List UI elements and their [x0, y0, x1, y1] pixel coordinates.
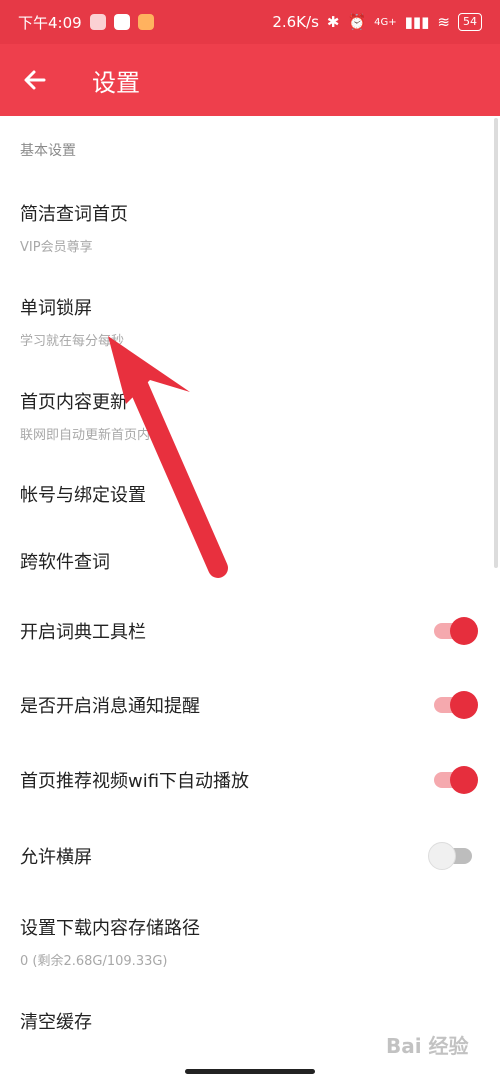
toggle-knob — [450, 617, 478, 645]
status-right: 2.6K/s ✱ ⏰ 4G+ ▮▮▮ ≋ 54 — [272, 13, 482, 31]
back-arrow-icon[interactable] — [0, 44, 70, 116]
section-label-basic: 基本设置 — [20, 143, 76, 159]
status-bar: 下午4:09 2.6K/s ✱ ⏰ 4G+ ▮▮▮ ≋ 54 — [0, 0, 500, 44]
heart-app-icon — [137, 14, 154, 30]
setting-label: 设置下载内容存储路径 — [20, 918, 200, 939]
alarm-icon: ⏰ — [347, 13, 367, 31]
setting-message-notification[interactable]: 是否开启消息通知提醒 — [0, 691, 500, 719]
setting-home-update[interactable]: 首页内容更新 联网即自动更新首页内容 — [0, 388, 500, 443]
setting-label: 跨软件查词 — [20, 552, 110, 573]
toggle-switch[interactable] — [428, 842, 472, 870]
setting-sublabel: 学习就在每分每秒 — [20, 334, 125, 349]
back-arrow-svg — [24, 70, 46, 90]
scrollbar[interactable] — [494, 118, 498, 568]
toggle-switch[interactable] — [434, 617, 478, 645]
status-time: 下午4:09 — [18, 13, 82, 32]
setting-allow-landscape[interactable]: 允许横屏 — [0, 842, 500, 870]
setting-video-autoplay[interactable]: 首页推荐视频wifi下自动播放 — [0, 766, 500, 794]
watermark-logo: Bai 经验 — [386, 1034, 469, 1058]
toggle-knob — [450, 691, 478, 719]
notification-app-icon — [89, 14, 106, 30]
setting-label: 简洁查词首页 — [20, 204, 128, 225]
app-bar: 设置 — [0, 44, 500, 116]
setting-dictionary-toolbar[interactable]: 开启词典工具栏 — [0, 617, 500, 645]
toggle-switch[interactable] — [434, 691, 478, 719]
toggle-knob — [450, 766, 478, 794]
play-store-icon — [113, 14, 130, 30]
battery-indicator: 54 — [458, 13, 482, 31]
setting-label: 单词锁屏 — [20, 298, 92, 319]
toggle-knob — [428, 842, 456, 870]
wifi-icon: ≋ — [437, 13, 450, 31]
setting-label: 首页内容更新 — [20, 392, 128, 413]
page-title: 设置 — [92, 68, 140, 97]
setting-simple-home[interactable]: 简洁查词首页 VIP会员尊享 — [0, 200, 500, 255]
setting-cross-app-lookup[interactable]: 跨软件查词 — [0, 548, 500, 574]
home-indicator[interactable] — [185, 1069, 315, 1074]
setting-label: 首页推荐视频wifi下自动播放 — [20, 771, 250, 792]
setting-label: 开启词典工具栏 — [20, 622, 146, 643]
setting-download-path[interactable]: 设置下载内容存储路径 0 (剩余2.68G/109.33G) — [0, 914, 500, 969]
setting-label: 是否开启消息通知提醒 — [20, 696, 200, 717]
setting-label: 帐号与绑定设置 — [20, 485, 146, 506]
setting-sublabel: VIP会员尊享 — [20, 240, 93, 255]
status-left: 下午4:09 — [18, 12, 154, 33]
setting-account-binding[interactable]: 帐号与绑定设置 — [0, 481, 500, 507]
network-type: 4G+ — [374, 16, 397, 28]
signal-icon: ▮▮▮ — [404, 13, 430, 31]
toggle-switch[interactable] — [434, 766, 478, 794]
bluetooth-icon: ✱ — [326, 13, 340, 31]
network-speed: 2.6K/s — [272, 13, 319, 31]
setting-word-lockscreen[interactable]: 单词锁屏 学习就在每分每秒 — [0, 294, 500, 349]
setting-sublabel: 0 (剩余2.68G/109.33G) — [20, 954, 168, 969]
setting-sublabel: 联网即自动更新首页内容 — [20, 428, 164, 443]
